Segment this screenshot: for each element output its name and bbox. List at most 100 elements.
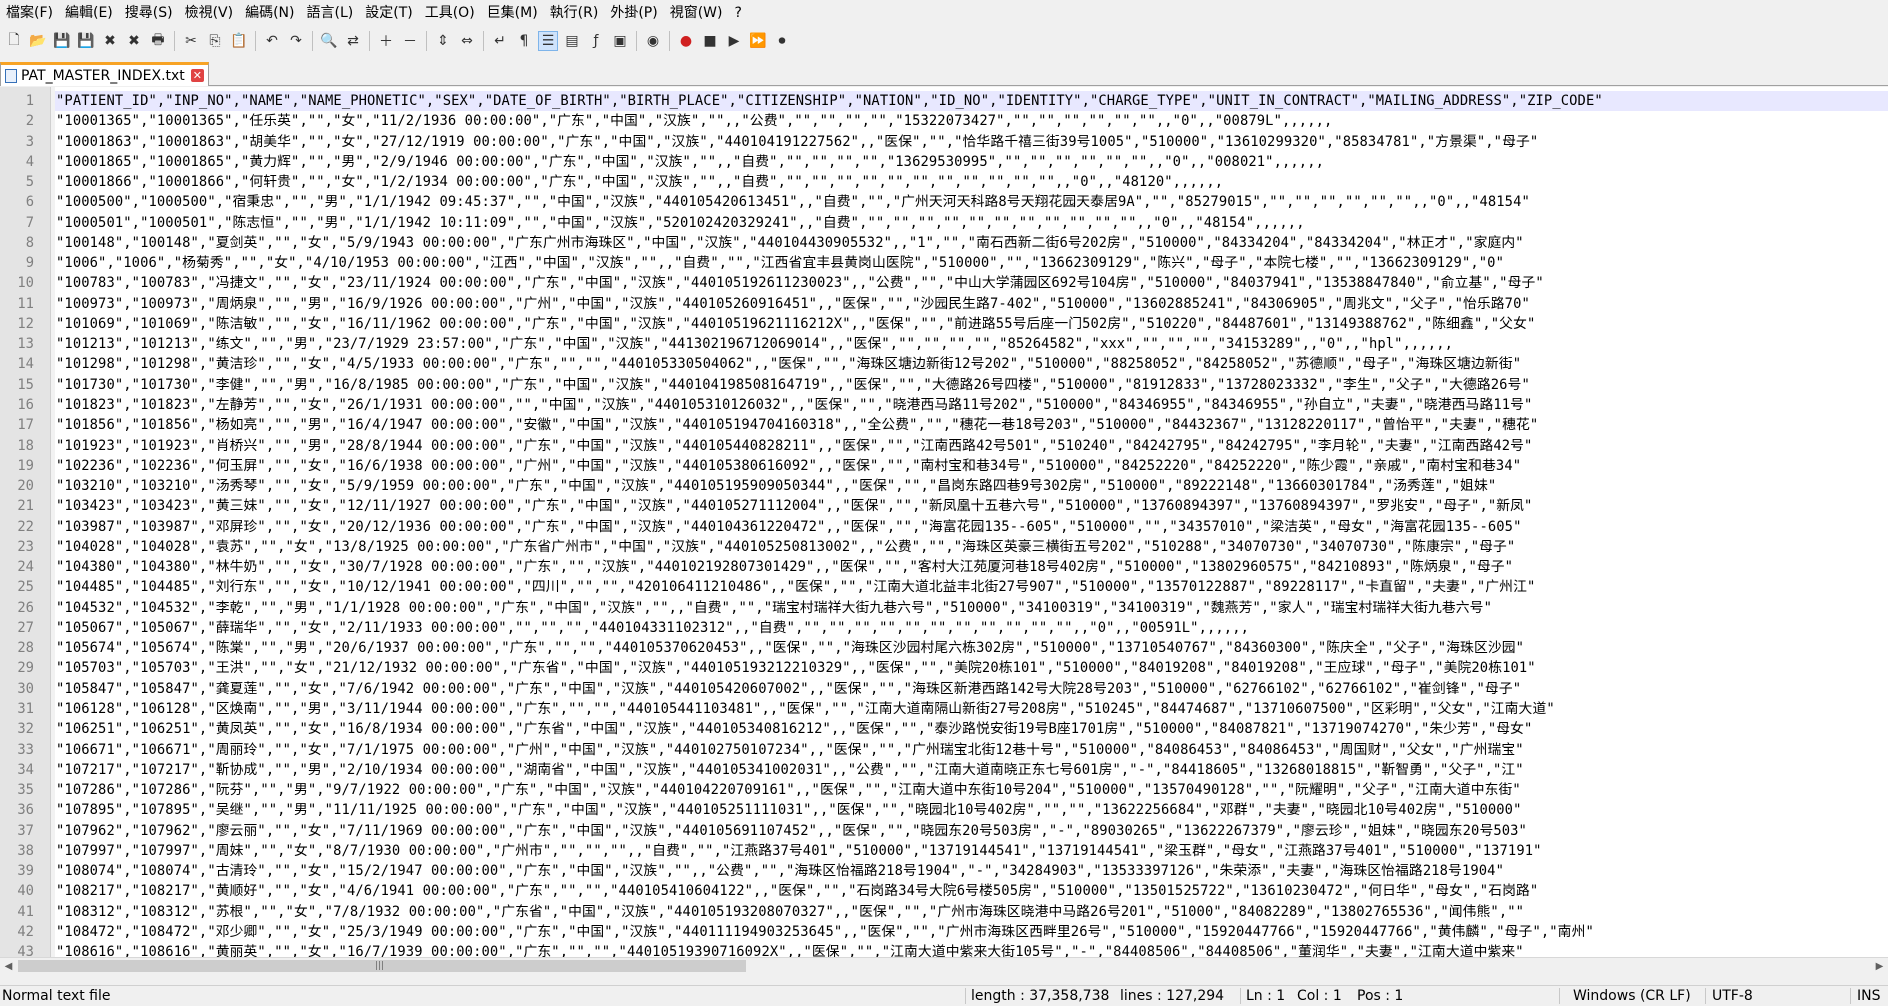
text-line[interactable]: 1 "PATIENT_ID","INP_NO","NAME","NAME_PHON… xyxy=(0,91,1888,112)
line-text[interactable]: "107286","107286","阮芬","","男","9/7/1922 … xyxy=(56,780,1521,800)
line-text[interactable]: "10001365","10001365","任乐英","","女","11/2… xyxy=(56,111,1332,131)
line-text[interactable]: "104532","104532","李乾","","男","1/1/1928 … xyxy=(56,598,1492,618)
text-line[interactable]: 34 "107217","107217","靳协成","","男","2/10/1… xyxy=(0,760,1888,780)
menu-item[interactable]: 搜尋(S) xyxy=(119,0,179,26)
line-text[interactable]: "105674","105674","陈棠","","男","20/6/1937… xyxy=(56,638,1524,658)
indent-guide-icon[interactable]: ☰ xyxy=(538,31,558,51)
line-text[interactable]: "101298","101298","黄洁珍","","女","4/5/1933… xyxy=(56,354,1521,374)
line-text[interactable]: "PATIENT_ID","INP_NO","NAME","NAME_PHONE… xyxy=(56,91,1603,111)
text-line[interactable]: 21 "103423","103423","黄三妹","","女","12/11/… xyxy=(0,496,1888,516)
horizontal-scrollbar[interactable]: ◀ ||| ▶ xyxy=(0,957,1888,974)
text-line[interactable]: 42 "108472","108472","邓少卿","","女","25/3/1… xyxy=(0,922,1888,942)
text-line[interactable]: 35 "107286","107286","阮芬","","男","9/7/192… xyxy=(0,780,1888,800)
redo-icon[interactable]: ↷ xyxy=(286,31,306,51)
text-line[interactable]: 8 "100148","100148","夏剑英","","女","5/9/194… xyxy=(0,233,1888,253)
line-text[interactable]: "104380","104380","林牛奶","","女","30/7/192… xyxy=(56,557,1513,577)
text-line[interactable]: 14 "101298","101298","黄洁珍","","女","4/5/19… xyxy=(0,354,1888,374)
doc-map-icon[interactable]: ▤ xyxy=(562,31,582,51)
line-text[interactable]: "108616","108616","黄丽英","","女","16/7/193… xyxy=(56,942,1524,957)
line-text[interactable]: "107962","107962","廖云丽","","女","7/11/196… xyxy=(56,821,1527,841)
monitor-icon[interactable]: ◉ xyxy=(643,31,663,51)
folder-workspace-icon[interactable]: ▣ xyxy=(610,31,630,51)
line-text[interactable]: "101823","101823","左静芳","","女","26/1/193… xyxy=(56,395,1532,415)
text-line[interactable]: 2 "10001365","10001365","任乐英","","女","11/… xyxy=(0,111,1888,131)
close-icon[interactable]: ✖ xyxy=(100,31,120,51)
text-line[interactable]: 29 "105703","105703","王洪","","女","21/12/1… xyxy=(0,658,1888,678)
line-text[interactable]: "100148","100148","夏剑英","","女","5/9/1943… xyxy=(56,233,1524,253)
run-multiple-icon[interactable]: ⏩ xyxy=(748,31,768,51)
menu-item[interactable]: 工具(O) xyxy=(419,0,481,26)
text-line[interactable]: 19 "102236","102236","何玉屏","","女","16/6/1… xyxy=(0,456,1888,476)
close-all-icon[interactable]: ✖ xyxy=(124,31,144,51)
line-text[interactable]: "10001863","10001863","胡美华","","女","27/1… xyxy=(56,132,1538,152)
text-line[interactable]: 18 "101923","101923","肖桥兴","","男","28/8/1… xyxy=(0,436,1888,456)
line-text[interactable]: "1000501","1000501","陈志恒","","男","1/1/19… xyxy=(56,213,1305,233)
line-text[interactable]: "10001866","10001866","何轩贵","","女","1/2/… xyxy=(56,172,1223,192)
line-text[interactable]: "106128","106128","区焕南","","男","3/11/194… xyxy=(56,699,1555,719)
tab-pat-master-index[interactable]: PAT_MASTER_INDEX.txt ✕ xyxy=(0,62,209,86)
word-wrap-icon[interactable]: ↵ xyxy=(490,31,510,51)
line-text[interactable]: "104485","104485","刘行东","","女","10/12/19… xyxy=(56,577,1535,597)
save-all-icon[interactable]: 💾 xyxy=(76,31,96,51)
text-line[interactable]: 26 "104532","104532","李乾","","男","1/1/192… xyxy=(0,598,1888,618)
menu-item[interactable]: 編碼(N) xyxy=(239,0,300,26)
open-file-icon[interactable]: 📂 xyxy=(28,31,48,51)
copy-icon[interactable]: ⎘ xyxy=(205,31,225,51)
text-line[interactable]: 25 "104485","104485","刘行东","","女","10/12/… xyxy=(0,577,1888,597)
text-line[interactable]: 7 "1000501","1000501","陈志恒","","男","1/1/1… xyxy=(0,213,1888,233)
find-icon[interactable]: 🔍 xyxy=(319,31,339,51)
menu-item[interactable]: 外掛(P) xyxy=(604,0,663,26)
status-insert-mode[interactable]: INS xyxy=(1857,986,1881,1006)
play-macro-icon[interactable]: ▶ xyxy=(724,31,744,51)
text-line[interactable]: 12 "101069","101069","陈洁敏","","女","16/11/… xyxy=(0,314,1888,334)
line-text[interactable]: "100783","100783","冯捷文","","女","23/11/19… xyxy=(56,273,1544,293)
save-icon[interactable]: 💾 xyxy=(52,31,72,51)
line-text[interactable]: "106251","106251","黄凤英","","女","16/8/193… xyxy=(56,719,1532,739)
line-text[interactable]: "105067","105067","薛瑞华","","女","2/11/193… xyxy=(56,618,1249,638)
text-line[interactable]: 24 "104380","104380","林牛奶","","女","30/7/1… xyxy=(0,557,1888,577)
text-line[interactable]: 39 "108074","108074","古清玲","","女","15/2/1… xyxy=(0,861,1888,881)
menu-item[interactable]: 語言(L) xyxy=(301,0,360,26)
line-text[interactable]: "101730","101730","李健","","男","16/8/1985… xyxy=(56,375,1530,395)
menu-item[interactable]: 視窗(W) xyxy=(664,0,729,26)
scroll-left-icon[interactable]: ◀ xyxy=(0,958,17,975)
record-macro-icon[interactable]: ● xyxy=(676,31,696,51)
text-line[interactable]: 27 "105067","105067","薛瑞华","","女","2/11/1… xyxy=(0,618,1888,638)
menu-item[interactable]: 執行(R) xyxy=(544,0,605,26)
text-line[interactable]: 38 "107997","107997","周妹","","女","8/7/193… xyxy=(0,841,1888,861)
cut-icon[interactable]: ✂ xyxy=(181,31,201,51)
undo-icon[interactable]: ↶ xyxy=(262,31,282,51)
line-text[interactable]: "107217","107217","靳协成","","男","2/10/193… xyxy=(56,760,1524,780)
text-line[interactable]: 10 "100783","100783","冯捷文","","女","23/11/… xyxy=(0,273,1888,293)
text-line[interactable]: 30 "105847","105847","龚夏莲","","女","7/6/19… xyxy=(0,679,1888,699)
line-text[interactable]: "108217","108217","黄顺好","","女","4/6/1941… xyxy=(56,881,1538,901)
text-area[interactable]: 1 "PATIENT_ID","INP_NO","NAME","NAME_PHON… xyxy=(0,91,1888,957)
line-text[interactable]: "1000500","1000500","宿秉忠","","男","1/1/19… xyxy=(56,192,1530,212)
text-line[interactable]: 13 "101213","101213","练文","","男","23/7/19… xyxy=(0,334,1888,354)
replace-icon[interactable]: ⇄ xyxy=(343,31,363,51)
menu-item[interactable]: 檔案(F) xyxy=(0,0,59,26)
status-encoding[interactable]: UTF-8 xyxy=(1712,986,1753,1006)
zoom-in-icon[interactable]: ＋ xyxy=(376,31,396,51)
text-line[interactable]: 32 "106251","106251","黄凤英","","女","16/8/1… xyxy=(0,719,1888,739)
function-list-icon[interactable]: ƒ xyxy=(586,31,606,51)
line-text[interactable]: "1006","1006","杨菊秀","","女","4/10/1953 00… xyxy=(56,253,1504,273)
scroll-right-icon[interactable]: ▶ xyxy=(1871,958,1888,975)
line-text[interactable]: "101213","101213","练文","","男","23/7/1929… xyxy=(56,334,1453,354)
line-text[interactable]: "108312","108312","苏根","","女","7/8/1932 … xyxy=(56,902,1524,922)
text-line[interactable]: 33 "106671","106671","周丽玲","","女","7/1/19… xyxy=(0,740,1888,760)
text-line[interactable]: 43 "108616","108616","黄丽英","","女","16/7/1… xyxy=(0,942,1888,957)
text-line[interactable]: 4 "10001865","10001865","黄力辉","","男","2/9… xyxy=(0,152,1888,172)
line-text[interactable]: "103210","103210","汤秀琴","","女","5/9/1959… xyxy=(56,476,1496,496)
line-text[interactable]: "10001865","10001865","黄力辉","","男","2/9/… xyxy=(56,152,1324,172)
text-line[interactable]: 6 "1000500","1000500","宿秉忠","","男","1/1/1… xyxy=(0,192,1888,212)
line-text[interactable]: "101923","101923","肖桥兴","","男","28/8/194… xyxy=(56,436,1532,456)
menu-item[interactable]: 編輯(E) xyxy=(59,0,119,26)
close-tab-icon[interactable]: ✕ xyxy=(190,69,204,82)
menu-item[interactable]: 設定(T) xyxy=(359,0,418,26)
text-line[interactable]: 5 "10001866","10001866","何轩贵","","女","1/2… xyxy=(0,172,1888,192)
editor[interactable]: 1 "PATIENT_ID","INP_NO","NAME","NAME_PHON… xyxy=(0,87,1888,957)
new-file-icon[interactable]: 🗋 xyxy=(4,31,24,51)
paste-icon[interactable]: 📋 xyxy=(229,31,249,51)
text-line[interactable]: 3 "10001863","10001863","胡美华","","女","27/… xyxy=(0,132,1888,152)
